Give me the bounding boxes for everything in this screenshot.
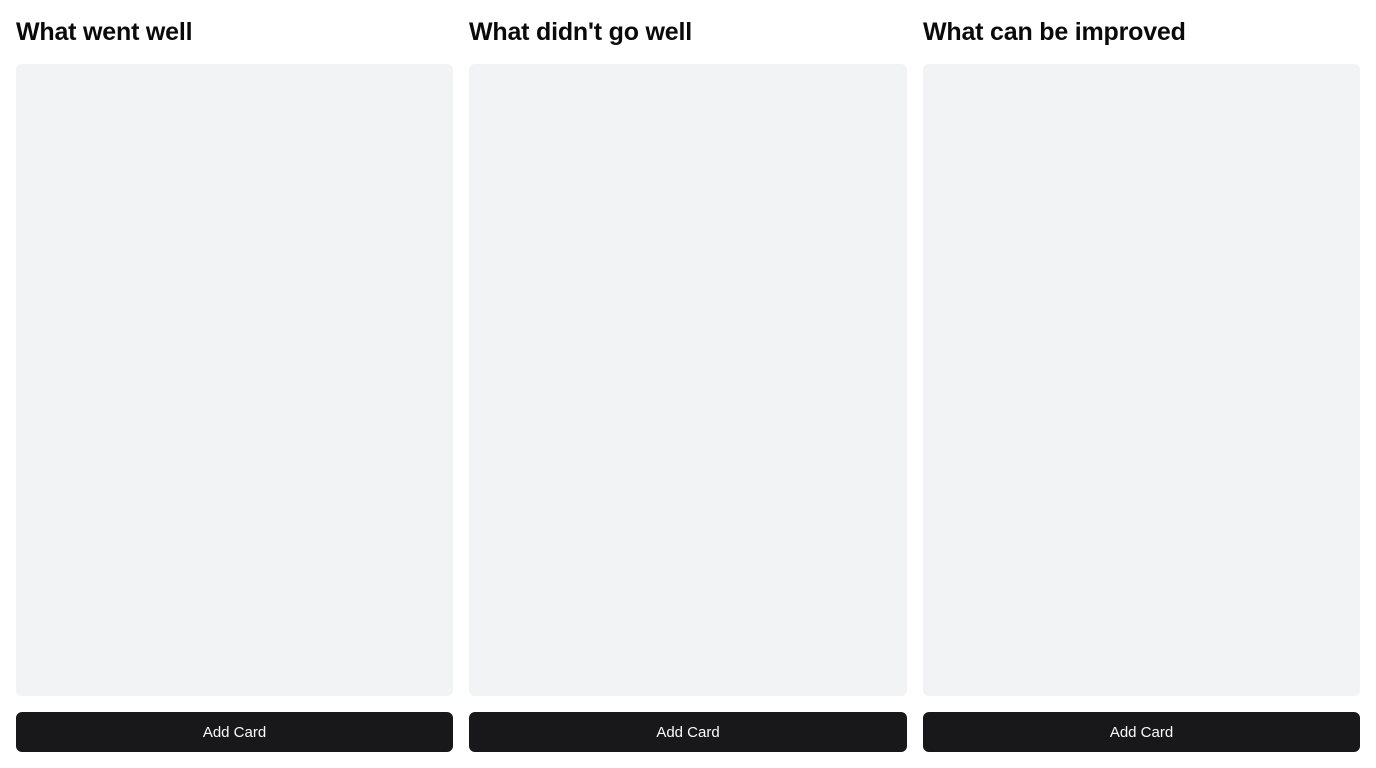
add-card-button[interactable]: Add Card [469,712,907,752]
card-drop-area[interactable] [469,64,907,696]
add-card-button[interactable]: Add Card [923,712,1360,752]
card-drop-area[interactable] [16,64,453,696]
column-title: What went well [16,18,193,46]
column-didnt-go-well: What didn't go well Add Card [469,0,907,768]
add-card-button[interactable]: Add Card [16,712,453,752]
retro-board: What went well Add Card What didn't go w… [16,0,1360,768]
column-title: What can be improved [923,18,1186,46]
card-drop-area[interactable] [923,64,1360,696]
column-can-be-improved: What can be improved Add Card [923,0,1360,768]
column-went-well: What went well Add Card [16,0,453,768]
column-title: What didn't go well [469,18,692,46]
